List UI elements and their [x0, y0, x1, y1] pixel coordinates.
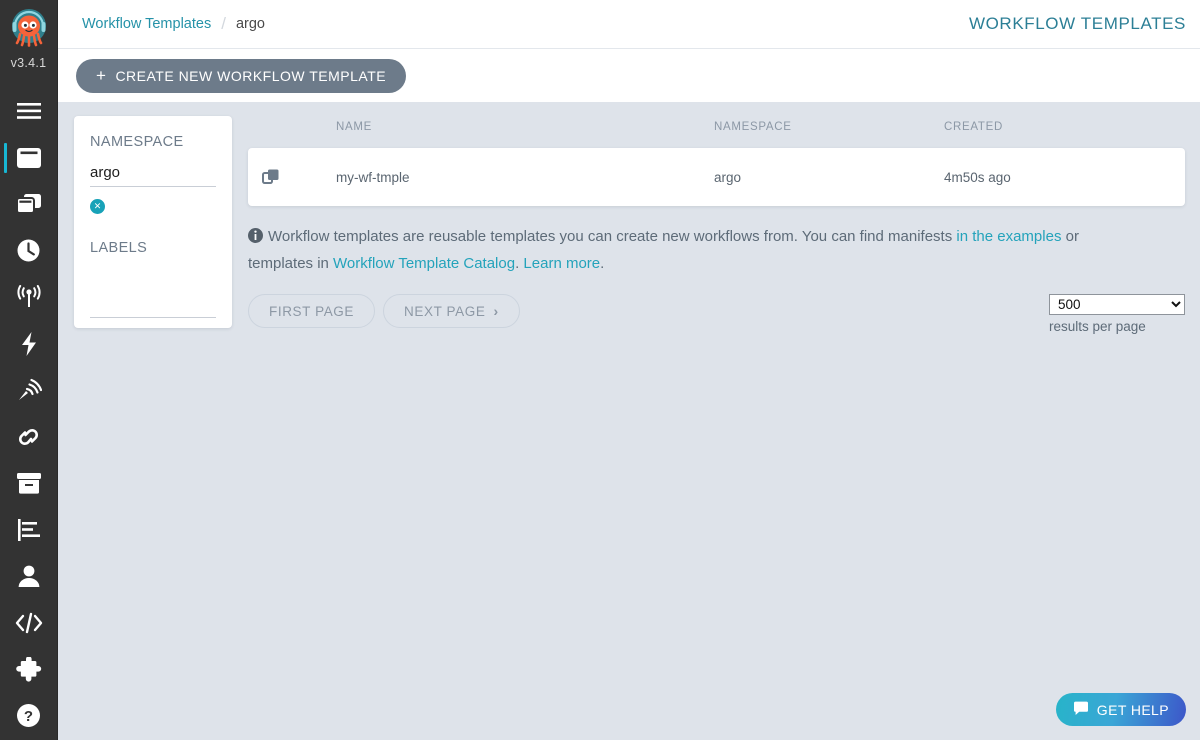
sidebar-item-workflows[interactable]	[0, 135, 58, 182]
breadcrumb-separator: /	[221, 14, 226, 33]
webhooks-icon	[15, 425, 42, 449]
sidebar-item-event-flow[interactable]	[0, 367, 58, 414]
app-root: v3.4.1 ? Workflow Templates / argo WORKF…	[0, 0, 1200, 740]
plus-icon: +	[96, 66, 107, 85]
sidebar-item-archived-workflows[interactable]	[0, 460, 58, 507]
info-text-1: Workflow templates are reusable template…	[268, 228, 957, 245]
get-help-label: GET HELP	[1096, 701, 1169, 718]
clone-icon	[248, 168, 336, 186]
menu-icon[interactable]	[0, 88, 58, 135]
filters-panel: NAMESPACE ✕ LABELS	[74, 116, 232, 328]
labels-heading: LABELS	[90, 240, 148, 256]
archived-workflows-icon	[16, 472, 42, 495]
chat-bubble-icon	[1073, 701, 1089, 719]
templates-table: NAME NAMESPACE CREATED my-wf-tmple argo …	[248, 116, 1185, 334]
breadcrumb-current: argo	[235, 16, 265, 32]
breadcrumb-root-link[interactable]: Workflow Templates	[82, 16, 211, 32]
content-area: Workflow Templates / argo WORKFLOW TEMPL…	[58, 0, 1200, 740]
pagination-buttons: FIRST PAGE NEXT PAGE ›	[248, 294, 520, 329]
svg-text:?: ?	[24, 708, 33, 725]
api-docs-icon	[15, 612, 43, 634]
sidebar-item-user[interactable]	[0, 553, 58, 600]
breadcrumb: Workflow Templates / argo	[82, 14, 265, 34]
next-page-label: NEXT PAGE	[404, 303, 486, 319]
create-new-workflow-template-button[interactable]: + CREATE NEW WORKFLOW TEMPLATE	[76, 58, 407, 93]
sidebar-item-sensors[interactable]	[0, 321, 58, 368]
namespace-heading: NAMESPACE	[90, 134, 184, 150]
plugins-icon	[15, 656, 42, 682]
reports-icon	[16, 518, 42, 542]
page-title: WORKFLOW TEMPLATES	[968, 14, 1186, 33]
sidebar-item-cron-workflows[interactable]	[0, 228, 58, 275]
next-page-button[interactable]: NEXT PAGE ›	[383, 294, 520, 329]
sidebar-item-reports[interactable]	[0, 507, 58, 554]
table-header-name: NAME	[336, 121, 373, 133]
help-icon: ?	[16, 703, 41, 728]
results-per-page-control: 500 results per page	[1049, 294, 1185, 334]
event-flow-icon	[16, 377, 42, 403]
catalog-link[interactable]: Workflow Template Catalog	[333, 255, 515, 272]
sensors-icon	[19, 331, 39, 357]
get-help-button[interactable]: GET HELP	[1055, 693, 1186, 726]
labels-input[interactable]	[90, 295, 216, 318]
user-icon	[17, 564, 41, 588]
table-header-created: CREATED	[944, 121, 1003, 133]
labels-input-wrap	[90, 295, 216, 318]
first-page-button[interactable]: FIRST PAGE	[248, 294, 376, 329]
sidebar-logo[interactable]: v3.4.1	[0, 0, 58, 88]
sidebar-item-api-docs[interactable]	[0, 600, 58, 647]
create-button-label: CREATE NEW WORKFLOW TEMPLATE	[115, 67, 387, 84]
sidebar-item-help[interactable]: ?	[0, 693, 58, 740]
namespace-chip-row: ✕	[90, 196, 216, 216]
workflows-icon	[16, 147, 42, 169]
results-per-page-select[interactable]: 500	[1049, 294, 1185, 316]
workflow-templates-icon	[15, 193, 42, 215]
table-header-row: NAME NAMESPACE CREATED	[248, 116, 1185, 138]
top-bar: Workflow Templates / argo WORKFLOW TEMPL…	[58, 0, 1200, 49]
namespace-input[interactable]	[90, 164, 216, 187]
clear-namespace-chip[interactable]: ✕	[90, 199, 105, 214]
pagination-row: FIRST PAGE NEXT PAGE › 500 results per p…	[248, 294, 1185, 334]
table-header-namespace: NAMESPACE	[714, 121, 792, 133]
sidebar-item-event-sources[interactable]	[0, 274, 58, 321]
main-panel: NAMESPACE ✕ LABELS NAME NAMESPACE	[58, 102, 1200, 740]
row-namespace: argo	[714, 169, 742, 185]
chevron-right-icon: ›	[493, 303, 499, 320]
sidebar: v3.4.1 ?	[0, 0, 58, 740]
sidebar-item-workflow-templates[interactable]	[0, 181, 58, 228]
row-name: my-wf-tmple	[336, 169, 410, 185]
examples-link[interactable]: in the examples	[956, 228, 1061, 245]
info-icon	[248, 226, 263, 251]
first-page-label: FIRST PAGE	[269, 303, 355, 319]
toolbar: + CREATE NEW WORKFLOW TEMPLATE	[58, 49, 1200, 102]
version-label: v3.4.1	[10, 56, 47, 70]
sidebar-item-webhooks[interactable]	[0, 414, 58, 461]
info-text-4: .	[600, 255, 605, 273]
info-note: Workflow templates are reusable template…	[248, 224, 1128, 276]
event-sources-icon	[15, 285, 43, 309]
row-created: 4m50s ago	[944, 169, 1011, 185]
argo-octopus-logo	[7, 5, 51, 55]
results-per-page-label: results per page	[1049, 319, 1146, 335]
sidebar-item-plugins[interactable]	[0, 646, 58, 693]
table-row[interactable]: my-wf-tmple argo 4m50s ago	[248, 148, 1185, 206]
labels-section: LABELS	[90, 240, 216, 318]
cron-workflows-icon	[16, 238, 41, 263]
learn-more-link[interactable]: Learn more	[523, 255, 600, 272]
